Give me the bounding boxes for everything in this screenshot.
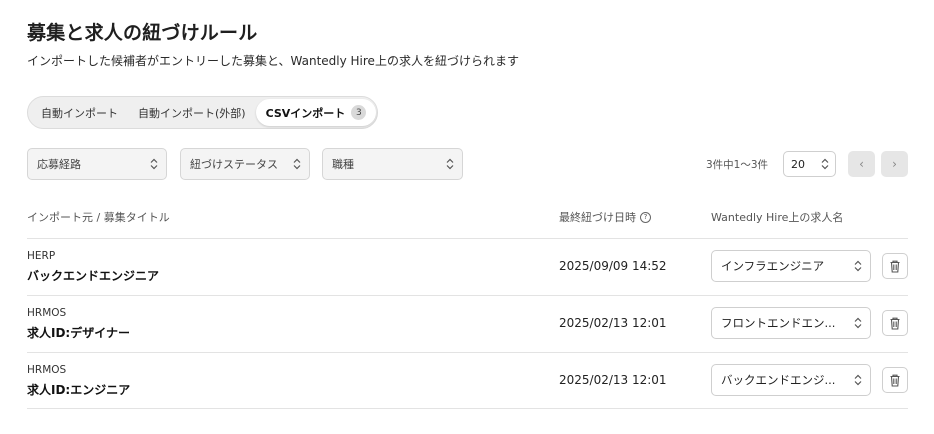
chevron-updown-icon [150,158,158,170]
tab-count-badge: 3 [351,105,367,120]
column-header-source-title: インポート元 / 募集タイトル [27,211,170,224]
chevron-updown-icon [854,260,862,272]
tab-label: CSVインポート [265,106,346,120]
delete-button[interactable] [882,253,908,279]
chevron-left-icon: ‹ [859,157,864,171]
chevron-right-icon: › [892,157,897,171]
select-value: 応募経路 [37,158,81,171]
table-row: HRMOS 求人ID:エンジニア 2025/02/13 12:01 バックエンド… [0,352,934,409]
link-status-filter-select[interactable]: 紐づけステータス [180,148,310,180]
import-tabs: 自動インポート 自動インポート(外部) CSVインポート 3 [27,96,378,129]
recruitment-title: バックエンドエンジニア [27,269,160,283]
column-header-hire-job: Wantedly Hire上の求人名 [711,211,844,224]
import-source: HRMOS [27,307,67,319]
recruitment-title: 求人ID:エンジニア [27,383,131,397]
delete-button[interactable] [882,310,908,336]
select-value: インフラエンジニア [721,259,825,273]
prev-page-button[interactable]: ‹ [848,151,875,177]
delete-button[interactable] [882,367,908,393]
result-count: 3件中1〜3件 [706,159,769,171]
select-value: フロントエンドエン... [721,316,836,330]
chevron-updown-icon [293,158,301,170]
trash-icon [890,317,900,330]
tab-auto-import[interactable]: 自動インポート [31,99,128,126]
select-value: 紐づけステータス [190,158,278,171]
hire-job-select[interactable]: フロントエンドエン... [711,307,871,339]
select-value: 職種 [332,158,354,171]
hire-job-select[interactable]: インフラエンジニア [711,250,871,282]
chevron-updown-icon [446,158,454,170]
page-title: 募集と求人の紐づけルール [27,22,258,44]
chevron-updown-icon [854,317,862,329]
import-source: HRMOS [27,364,67,376]
trash-icon [890,374,900,387]
page-description: インポートした候補者がエントリーした募集と、Wantedly Hire上の求人を… [27,54,519,68]
column-header-last-linked: 最終紐づけ日時 ? [559,209,651,225]
chevron-updown-icon [821,158,829,170]
hire-job-select[interactable]: バックエンドエンジ... [711,364,871,396]
tab-csv-import[interactable]: CSVインポート 3 [255,99,377,126]
last-linked-date: 2025/09/09 14:52 [559,259,667,273]
table-row: HERP バックエンドエンジニア 2025/09/09 14:52 インフラエン… [0,238,934,295]
question-circle-icon[interactable]: ? [640,211,651,223]
tab-label: 自動インポート [41,106,118,120]
per-page-select[interactable]: 20 [783,151,836,177]
import-source: HERP [27,250,56,262]
last-linked-date: 2025/02/13 12:01 [559,373,667,387]
last-linked-date: 2025/02/13 12:01 [559,316,667,330]
select-value: バックエンドエンジ... [721,373,836,387]
trash-icon [890,260,900,273]
tab-label: 自動インポート(外部) [138,106,246,120]
select-value: 20 [791,157,805,171]
divider [27,408,908,409]
tab-auto-import-external[interactable]: 自動インポート(外部) [128,99,256,126]
next-page-button[interactable]: › [881,151,908,177]
chevron-updown-icon [854,374,862,386]
job-type-filter-select[interactable]: 職種 [322,148,463,180]
table-row: HRMOS 求人ID:デザイナー 2025/02/13 12:01 フロントエン… [0,295,934,352]
recruitment-title: 求人ID:デザイナー [27,326,130,340]
route-filter-select[interactable]: 応募経路 [27,148,167,180]
